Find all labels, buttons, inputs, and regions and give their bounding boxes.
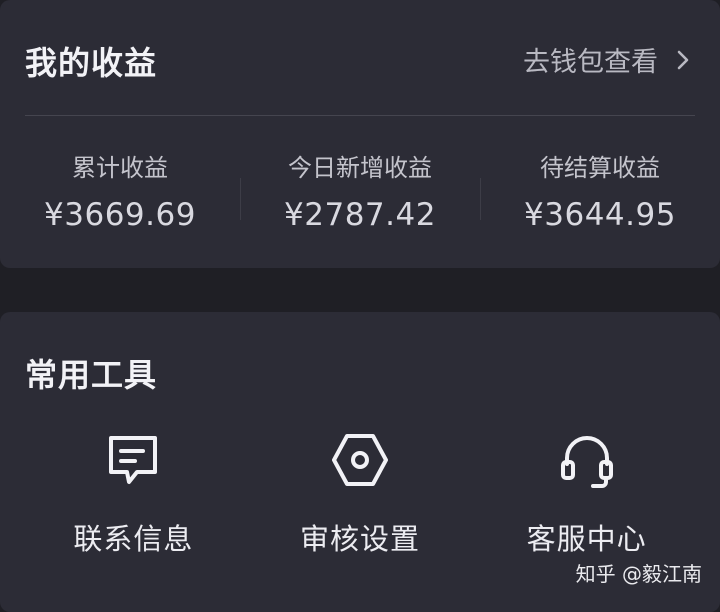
- wallet-link[interactable]: 去钱包查看: [523, 40, 690, 79]
- watermark: 知乎 @毅江南: [575, 562, 702, 586]
- headset-icon: [560, 436, 613, 488]
- tool-contact-info-label: 联系信息: [73, 522, 194, 556]
- tools-title: 常用工具: [25, 356, 158, 394]
- stat-pending-label: 待结算收益: [540, 154, 660, 182]
- tool-review-settings-label: 审核设置: [300, 522, 421, 556]
- tool-review-settings[interactable]: 审核设置: [247, 430, 474, 558]
- tool-customer-service-label: 客服中心: [526, 522, 647, 556]
- stat-today: 今日新增收益 ¥2787.42: [240, 140, 480, 240]
- stat-today-value: ¥2787.42: [284, 197, 436, 233]
- stat-total: 累计收益 ¥3669.69: [0, 140, 240, 240]
- hex-nut-icon: [332, 434, 388, 486]
- stat-total-label: 累计收益: [72, 154, 168, 182]
- stat-separator: [240, 178, 241, 220]
- wallet-link-label: 去钱包查看: [523, 47, 658, 78]
- tool-customer-service[interactable]: 客服中心: [473, 430, 700, 558]
- stat-pending-value: ¥3644.95: [524, 197, 676, 233]
- stat-total-value: ¥3669.69: [44, 197, 196, 233]
- earnings-title: 我的收益: [25, 44, 158, 82]
- tool-contact-info[interactable]: 联系信息: [20, 430, 247, 558]
- earnings-stats: 累计收益 ¥3669.69 今日新增收益 ¥2787.42 待结算收益 ¥364…: [0, 140, 720, 240]
- earnings-divider: [25, 115, 695, 116]
- tools-row: 联系信息 审核设置 客服中心: [20, 430, 700, 558]
- stat-today-label: 今日新增收益: [288, 154, 432, 182]
- stat-pending: 待结算收益 ¥3644.95: [480, 140, 720, 240]
- earnings-card: 我的收益 去钱包查看 累计收益 ¥3669.69 今日新增收益 ¥2787.42…: [0, 0, 720, 268]
- message-icon: [109, 436, 158, 484]
- stat-separator: [480, 178, 481, 220]
- chevron-right-icon: [677, 50, 689, 69]
